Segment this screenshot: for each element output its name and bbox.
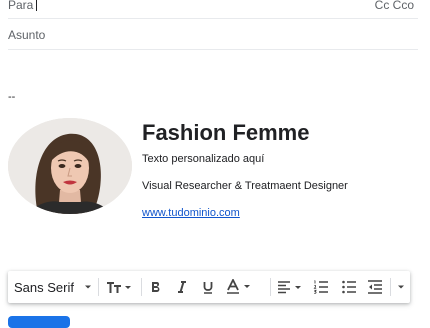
font-family-value: Sans Serif [14,279,74,295]
signature-custom-text: Texto personalizado aquí [142,153,265,165]
signature-website-link[interactable]: www.tudominio.com [142,207,240,219]
bulleted-list-button[interactable] [338,271,360,303]
numbered-list-icon [313,280,328,294]
indent-less-button[interactable] [364,271,386,303]
toolbar-divider [390,278,391,296]
subject-field[interactable]: Asunto [8,23,418,50]
formatting-toolbar: Sans Serif [8,271,410,303]
signature-job-title: Visual Researcher & Treatmaent Designer [142,180,348,192]
italic-button[interactable] [171,271,193,303]
bold-icon [152,282,160,292]
cc-bcc-link[interactable]: Cc Cco [375,0,414,12]
underline-icon [203,282,213,294]
text-cursor [36,0,37,11]
numbered-list-button[interactable] [310,271,332,303]
send-button[interactable] [8,316,70,328]
signature-separator: -- [8,91,16,103]
bulleted-list-icon [342,280,356,294]
signature-name: Fashion Femme [142,120,310,145]
bold-button[interactable] [145,271,167,303]
text-color-icon [227,279,250,294]
chevron-down-icon [85,285,91,289]
to-label: Para [8,0,34,12]
indent-less-icon [368,280,382,294]
text-color-button[interactable] [223,271,257,303]
toolbar-divider [270,278,271,296]
chevron-down-icon [398,285,404,289]
toolbar-divider [141,278,142,296]
more-formatting-button[interactable] [392,271,410,303]
align-button[interactable] [274,271,308,303]
italic-icon [178,281,186,293]
underline-button[interactable] [197,271,219,303]
signature-photo [8,118,132,214]
text-size-icon [107,282,131,293]
align-left-icon [278,281,301,294]
portrait-image [8,118,132,214]
toolbar-divider [98,278,99,296]
font-family-select[interactable]: Sans Serif [8,271,94,303]
text-size-button[interactable] [102,271,138,303]
recipients-row[interactable]: Para Cc Cco [8,0,418,19]
subject-placeholder: Asunto [8,28,46,42]
